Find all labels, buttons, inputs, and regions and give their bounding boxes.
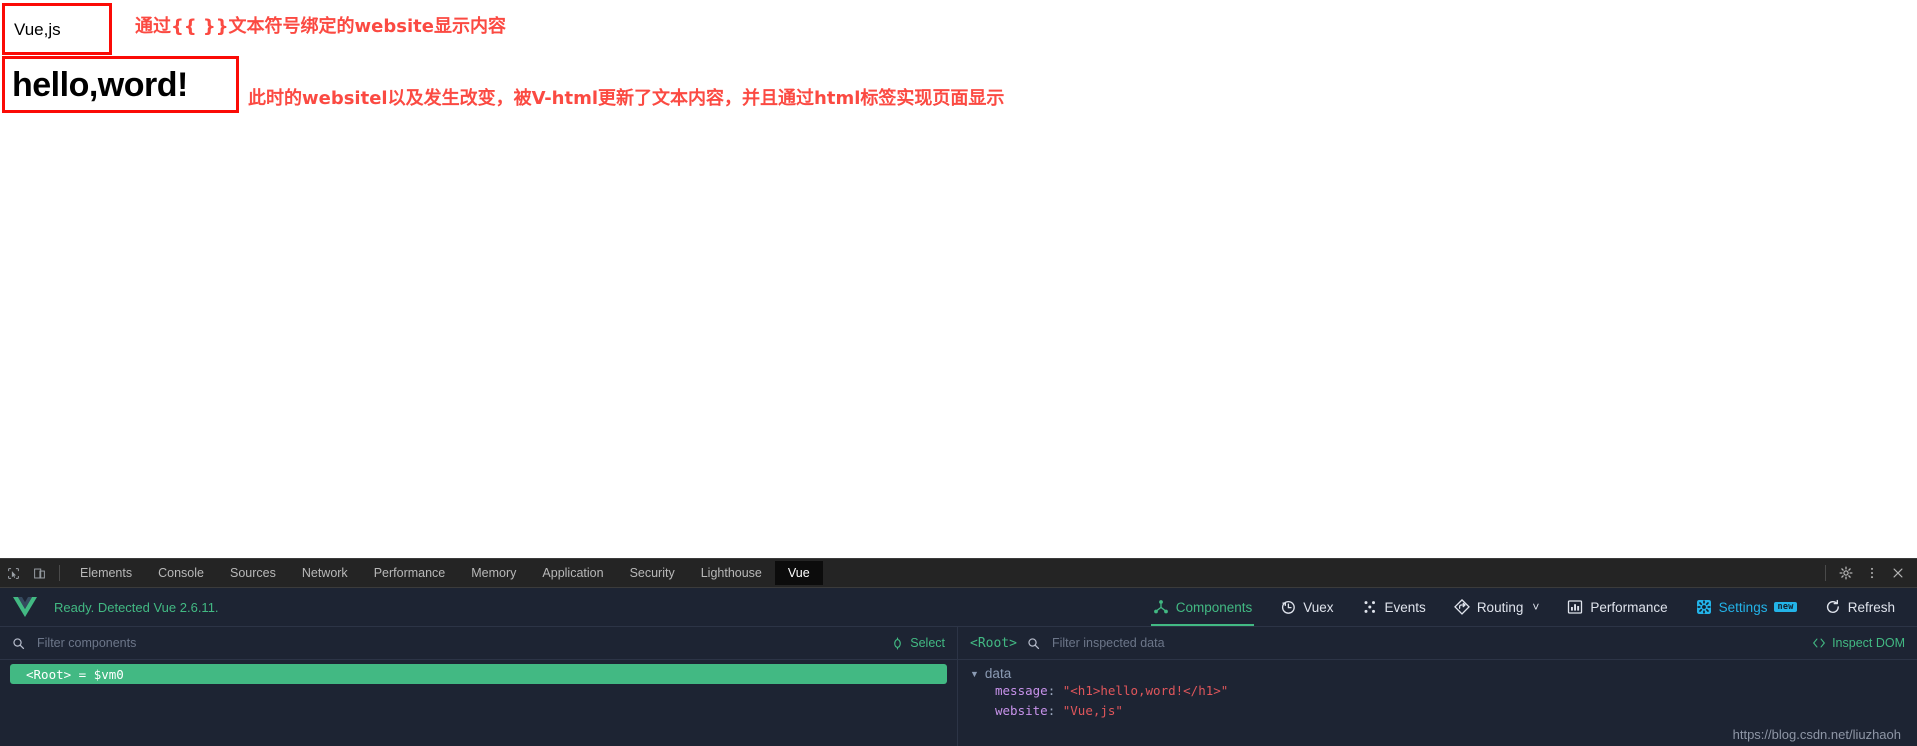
devtools-tab-network[interactable]: Network [289, 561, 361, 585]
chrome-devtools-panel: Elements Console Sources Network Perform… [0, 558, 1917, 746]
vue-nav-components-label: Components [1175, 599, 1253, 615]
gear-icon[interactable] [1833, 560, 1859, 586]
message-output-box: hello,word! [2, 56, 239, 113]
search-icon-inspector [1027, 637, 1040, 650]
settings-gear-icon [1696, 599, 1712, 615]
events-icon [1362, 599, 1378, 615]
browser-page-content: Vue,js hello,word! 通过{{ }}文本符号绑定的website… [0, 0, 1917, 558]
devtools-tab-application[interactable]: Application [529, 561, 616, 585]
toolbar-divider [59, 565, 60, 581]
website-output-text: Vue,js [14, 19, 61, 39]
inspect-element-icon[interactable] [0, 560, 26, 586]
annotation-text-website: 通过{{ }}文本符号绑定的website显示内容 [135, 16, 506, 37]
vuex-clock-icon [1280, 599, 1296, 615]
code-brackets-icon [1812, 637, 1826, 649]
data-group-name: data [984, 666, 1012, 681]
annotation-text-vhtml: 此时的websitel以及发生改变，被V-html更新了文本内容，并且通过htm… [248, 88, 1005, 109]
close-icon[interactable] [1885, 560, 1911, 586]
performance-bars-icon [1567, 599, 1583, 615]
vue-nav-refresh[interactable]: Refresh [1811, 588, 1909, 626]
devtools-tab-lighthouse[interactable]: Lighthouse [688, 561, 775, 585]
message-output-heading: hello,word! [12, 65, 188, 104]
prop-colon: : [1047, 683, 1056, 698]
inspect-dom-label: Inspect DOM [1832, 636, 1905, 650]
select-component-button[interactable]: Select [891, 636, 945, 650]
vue-nav-vuex[interactable]: Vuex [1266, 588, 1347, 626]
components-icon [1153, 599, 1169, 615]
csdn-watermark: https://blog.csdn.net/liuzhaoh [1732, 727, 1901, 742]
crosshair-icon [891, 636, 904, 650]
devtools-tab-memory[interactable]: Memory [458, 561, 529, 585]
devtools-toolbar-actions [1818, 559, 1911, 587]
website-output-box: Vue,js [2, 3, 112, 55]
data-prop-website-value: "Vue,js" [1062, 703, 1123, 718]
vue-nav-refresh-label: Refresh [1847, 599, 1895, 615]
vue-nav-routing[interactable]: Routing ˅ [1440, 588, 1554, 626]
filter-inspected-data-input[interactable] [1049, 635, 1813, 651]
settings-new-badge: new [1774, 601, 1797, 613]
devtools-tab-elements[interactable]: Elements [67, 561, 145, 585]
select-label: Select [910, 636, 945, 650]
component-tree: <Root> = $vm0 [0, 660, 957, 684]
routing-icon [1453, 599, 1470, 615]
vue-nav-vuex-label: Vuex [1303, 599, 1334, 615]
prop-colon-2: : [1047, 703, 1056, 718]
device-toolbar-icon[interactable] [26, 560, 52, 586]
data-group-header[interactable]: ▼ data [970, 666, 1917, 681]
screenshot-root: Vue,js hello,word! 通过{{ }}文本符号绑定的website… [0, 0, 1917, 746]
inspected-data-tree: ▼ data message: "<h1>hello,word!</h1>" w… [958, 660, 1917, 721]
components-pane: Select <Root> = $vm0 [0, 627, 958, 746]
chevron-down-icon[interactable]: ˅ [1532, 600, 1539, 614]
vue-nav-settings[interactable]: Settings new [1682, 588, 1811, 626]
vue-status-text: Ready. Detected Vue 2.6.11. [54, 599, 219, 615]
vue-nav-components[interactable]: Components [1139, 588, 1267, 626]
data-prop-website-key: website [995, 703, 1048, 718]
devtools-tab-console[interactable]: Console [145, 561, 217, 585]
refresh-icon [1825, 599, 1841, 615]
filter-components-input[interactable] [35, 635, 892, 651]
kebab-menu-icon[interactable] [1859, 560, 1885, 586]
devtools-tab-performance[interactable]: Performance [361, 561, 459, 585]
vue-devtools-panel: Ready. Detected Vue 2.6.11. Components V… [0, 588, 1917, 746]
data-prop-message-value: "<h1>hello,word!</h1>" [1062, 683, 1229, 698]
vue-nav-performance-label: Performance [1590, 599, 1668, 615]
devtools-tab-vue[interactable]: Vue [774, 561, 823, 585]
vue-devtools-nav: Components Vuex Events Routing ˅ Perform… [1139, 588, 1909, 626]
inspect-dom-button[interactable]: Inspect DOM [1812, 636, 1905, 650]
components-filter-bar: Select [0, 627, 957, 660]
component-tree-row-root[interactable]: <Root> = $vm0 [10, 664, 947, 684]
data-prop-message-key: message [995, 683, 1048, 698]
inspected-component-label: <Root> [970, 635, 1017, 651]
caret-down-icon[interactable]: ▼ [970, 669, 979, 679]
inspector-filter-bar: <Root> Filter inspected data Inspect DOM [958, 627, 1917, 660]
devtools-tab-security[interactable]: Security [617, 561, 688, 585]
vue-nav-performance[interactable]: Performance [1553, 588, 1681, 626]
data-prop-website[interactable]: website: "Vue,js" [970, 701, 1917, 721]
search-icon [12, 637, 25, 650]
devtools-tab-bar: Elements Console Sources Network Perform… [0, 559, 1917, 588]
vue-logo-icon [12, 596, 38, 618]
vue-nav-events[interactable]: Events [1348, 588, 1440, 626]
vue-nav-settings-label: Settings [1718, 599, 1768, 615]
toolbar-divider-right [1825, 565, 1826, 581]
data-prop-message[interactable]: message: "<h1>hello,word!</h1>" [970, 681, 1917, 701]
devtools-tab-sources[interactable]: Sources [217, 561, 289, 585]
vue-devtools-header: Ready. Detected Vue 2.6.11. Components V… [0, 588, 1917, 627]
vue-devtools-body: Select <Root> = $vm0 <Root> [0, 627, 1917, 746]
vue-nav-routing-label: Routing [1476, 599, 1524, 615]
vue-nav-events-label: Events [1384, 599, 1426, 615]
